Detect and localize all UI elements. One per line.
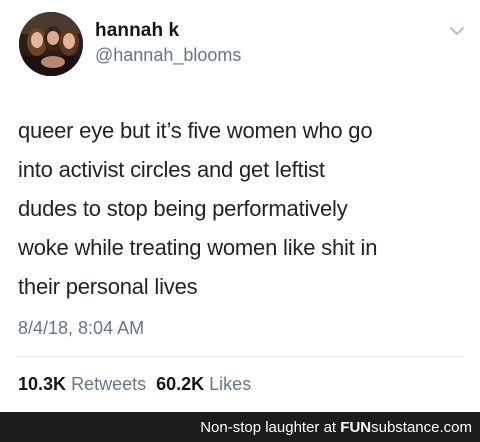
tweet-stats: 10.3K Retweets 60.2K Likes [18,374,251,395]
tweet-text-line: woke while treating women like shit in [18,235,378,260]
retweets-label: Retweets [71,374,147,394]
tweet-text-line: into activist circles and get leftist [18,157,325,182]
user-handle[interactable]: @hannah_blooms [95,45,241,66]
tweet-text-line: queer eye but it’s five women who go [18,118,373,143]
likes-label: Likes [209,374,252,394]
tweet-timestamp[interactable]: 8/4/18, 8:04 AM [18,318,144,339]
watermark-brand-rest: substance.com [371,419,472,436]
avatar[interactable] [19,12,83,76]
divider [18,356,462,357]
tweet-text-line: dudes to stop being performatively [18,196,348,221]
retweets-stat[interactable]: 10.3K Retweets [18,374,146,394]
retweets-count: 10.3K [18,374,67,394]
watermark-brand-bold: FUN [340,419,372,436]
tweet-text: queer eye but it’s five women who go int… [18,111,468,306]
chevron-down-icon[interactable] [449,25,465,37]
watermark-caption: Non-stop laughter at [200,419,341,436]
tweet-text-line: their personal lives [18,274,198,299]
profile-photo-icon [19,12,83,76]
tweet-card: hannah k @hannah_blooms queer eye but it… [0,0,480,412]
watermark-footer: Non-stop laughter at FUNsubstance.com [0,412,480,442]
likes-stat[interactable]: 60.2K Likes [156,374,251,394]
watermark-text: Non-stop laughter at FUNsubstance.com [200,419,472,436]
likes-count: 60.2K [156,374,205,394]
display-name[interactable]: hannah k [95,20,179,42]
